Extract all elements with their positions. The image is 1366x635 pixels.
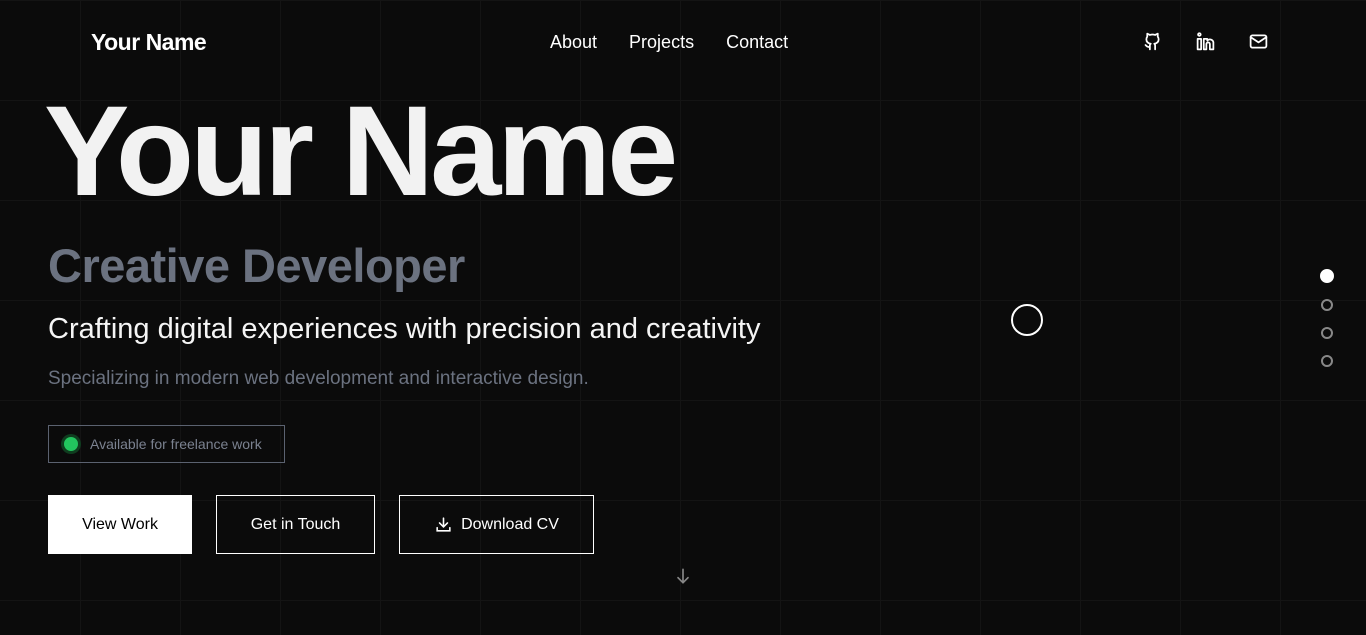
download-cv-label: Download CV (461, 515, 559, 533)
hero-tagline: Crafting digital experiences with precis… (48, 313, 761, 345)
nav-contact[interactable]: Contact (726, 32, 788, 53)
download-cv-button[interactable]: Download CV (399, 495, 594, 554)
hero-role: Creative Developer (48, 239, 465, 292)
site-logo[interactable]: Your Name (91, 29, 207, 56)
availability-badge: Available for freelance work (48, 425, 285, 463)
download-icon (436, 517, 451, 532)
github-icon[interactable] (1142, 31, 1163, 57)
section-dot-4[interactable] (1321, 355, 1333, 367)
nav-projects[interactable]: Projects (629, 32, 694, 53)
social-links (1142, 31, 1269, 57)
section-nav-dots (1320, 269, 1334, 367)
view-work-button[interactable]: View Work (48, 495, 192, 554)
section-dot-1[interactable] (1320, 269, 1334, 283)
section-dot-2[interactable] (1321, 299, 1333, 311)
custom-cursor (1011, 304, 1043, 336)
section-dot-3[interactable] (1321, 327, 1333, 339)
main-nav: About Projects Contact (550, 32, 788, 53)
get-in-touch-button[interactable]: Get in Touch (216, 495, 375, 554)
scroll-down-icon[interactable] (673, 566, 693, 591)
linkedin-icon[interactable] (1195, 31, 1216, 57)
status-dot-icon (64, 437, 78, 451)
hero-name: Your Name (44, 80, 678, 223)
mail-icon[interactable] (1248, 31, 1269, 57)
availability-text: Available for freelance work (90, 436, 262, 452)
hero-description: Specializing in modern web development a… (48, 368, 589, 389)
nav-about[interactable]: About (550, 32, 597, 53)
